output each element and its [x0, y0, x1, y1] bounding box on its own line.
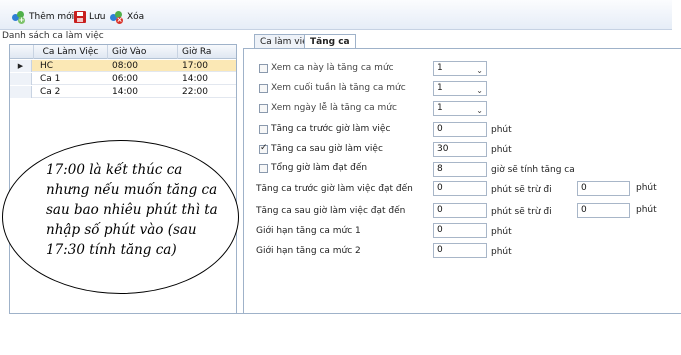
cell-time-in: 06:00 — [112, 74, 138, 84]
label-gioi-han-1: Giới hạn tăng ca mức 1 — [256, 226, 361, 236]
select-xem-ngay-le[interactable]: 1 ⌄ — [433, 101, 487, 116]
save-button[interactable]: Lưu — [74, 9, 105, 25]
chk-xem-ca[interactable] — [259, 64, 268, 73]
grid-header-corner — [10, 45, 34, 59]
cell-time-out: 17:00 — [182, 61, 208, 71]
label-truoc-dat-den: Tăng ca trước giờ làm việc đạt đến — [256, 184, 413, 194]
bottom-divider — [9, 313, 681, 314]
delete-button[interactable]: × Xóa — [110, 9, 144, 25]
grid-header: Ca Làm Việc Giờ Vào Giờ Ra — [10, 45, 236, 59]
column-header-time-out[interactable]: Giờ Ra — [178, 45, 236, 59]
delete-button-label: Xóa — [127, 12, 145, 22]
cell-shift: Ca 1 — [40, 74, 61, 84]
add-button-label: Thêm mới — [29, 12, 75, 22]
unit-gioi-han-2: phút — [491, 247, 512, 257]
cell-shift: HC — [40, 61, 54, 71]
cell-time-in: 08:00 — [112, 61, 138, 71]
input-gioi-han-2[interactable]: 0 — [433, 243, 487, 258]
select-xem-ca[interactable]: 1 ⌄ — [433, 61, 487, 76]
label-xem-ngay-le: Xem ngày lễ là tăng ca mức — [271, 103, 397, 113]
chevron-down-icon: ⌄ — [476, 66, 483, 75]
label-sau-gio: Tăng ca sau giờ làm việc — [271, 144, 383, 154]
select-xem-cuoi-tuan[interactable]: 1 ⌄ — [433, 81, 487, 96]
tab-shift[interactable]: Ca làm việc — [254, 34, 306, 49]
table-row[interactable]: Ca 2 14:00 22:00 — [10, 86, 236, 98]
label-gioi-han-2: Giới hạn tăng ca mức 2 — [256, 246, 361, 256]
annotation-text: 17:00 là kết thúc ca nhưng nếu muốn tăng… — [46, 162, 218, 258]
unit-truoc-dat-den: phút sẽ trừ đi — [491, 185, 552, 195]
table-row[interactable]: Ca 1 06:00 14:00 — [10, 73, 236, 85]
row-header — [10, 86, 32, 98]
label-tong-gio: Tổng giờ làm đạt đến — [271, 163, 368, 173]
chk-sau-gio[interactable] — [259, 143, 268, 154]
column-header-time-in[interactable]: Giờ Vào — [108, 45, 178, 59]
unit-gioi-han-1: phút — [491, 227, 512, 237]
chevron-down-icon: ⌄ — [476, 86, 483, 95]
select-xem-ngay-le-value: 1 — [437, 103, 443, 113]
chk-xem-ngay-le[interactable] — [259, 104, 268, 113]
select-xem-cuoi-tuan-value: 1 — [437, 83, 443, 93]
label-sau-dat-den: Tăng ca sau giờ làm việc đạt đến — [256, 206, 406, 216]
list-title: Danh sách ca làm việc — [2, 31, 104, 41]
unit-tong-gio: giờ sẽ tính tăng ca — [491, 165, 575, 175]
label-truoc-gio: Tăng ca trước giờ làm việc — [271, 124, 391, 134]
input-truoc-dat-den[interactable]: 0 — [433, 181, 487, 196]
toolbar: + Thêm mới Lưu × Xóa — [0, 0, 672, 30]
unit-truoc-dat-den-2: phút — [636, 183, 657, 193]
select-xem-ca-value: 1 — [437, 63, 443, 73]
add-icon: + — [12, 10, 26, 24]
input-tong-gio[interactable]: 8 — [433, 162, 487, 177]
chk-xem-cuoi-tuan[interactable] — [259, 84, 268, 93]
save-button-label: Lưu — [89, 12, 106, 22]
column-header-shift[interactable]: Ca Làm Việc — [34, 45, 108, 59]
unit-sau-dat-den-2: phút — [636, 205, 657, 215]
cell-shift: Ca 2 — [40, 87, 61, 97]
input-sau-gio[interactable]: 30 — [433, 142, 487, 157]
unit-truoc-gio: phút — [491, 125, 512, 135]
cell-time-in: 14:00 — [112, 87, 138, 97]
delete-icon: × — [110, 10, 124, 24]
label-xem-cuoi-tuan: Xem cuối tuần là tăng ca mức — [271, 83, 406, 93]
input-truoc-gio[interactable]: 0 — [433, 122, 487, 137]
row-header — [10, 73, 32, 85]
unit-sau-dat-den: phút sẽ trừ đi — [491, 207, 552, 217]
input-gioi-han-1[interactable]: 0 — [433, 223, 487, 238]
label-xem-ca: Xem ca này là tăng ca mức — [271, 63, 394, 73]
chk-truoc-gio[interactable] — [259, 125, 268, 134]
save-icon — [74, 11, 86, 23]
input-truoc-dat-den-2[interactable]: 0 — [577, 181, 630, 196]
input-sau-dat-den[interactable]: 0 — [433, 203, 487, 218]
add-button[interactable]: + Thêm mới — [12, 9, 74, 25]
cell-time-out: 22:00 — [182, 87, 208, 97]
table-row[interactable]: ▶ HC 08:00 17:00 — [10, 60, 236, 72]
chk-tong-gio[interactable] — [259, 164, 268, 173]
row-pointer-icon: ▶ — [10, 60, 32, 72]
chevron-down-icon: ⌄ — [476, 106, 483, 115]
input-sau-dat-den-2[interactable]: 0 — [577, 203, 630, 218]
unit-sau-gio: phút — [491, 145, 512, 155]
cell-time-out: 14:00 — [182, 74, 208, 84]
